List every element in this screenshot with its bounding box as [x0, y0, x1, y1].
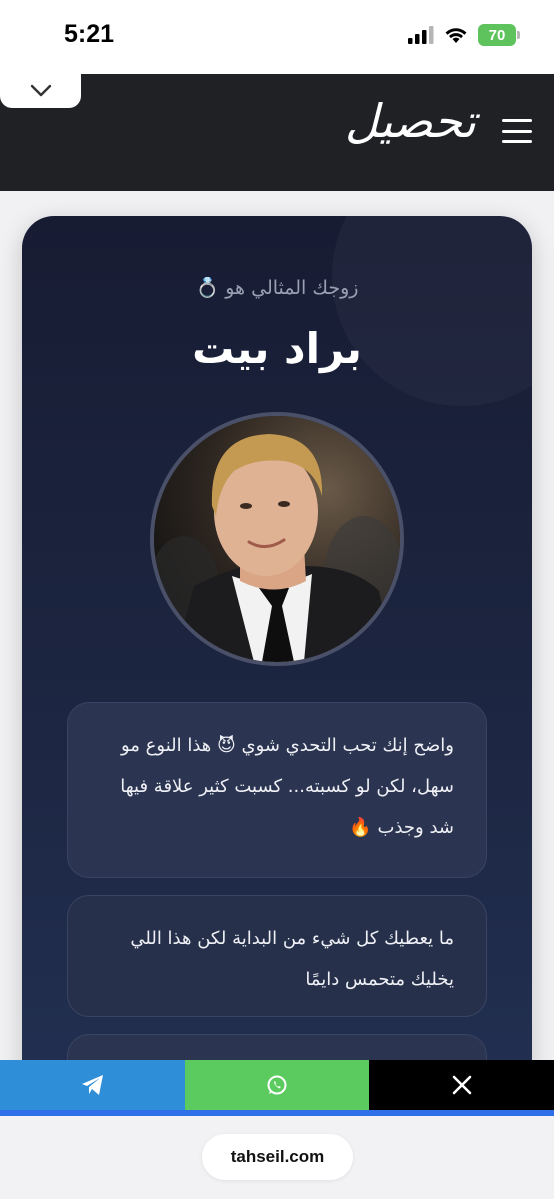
share-bar [0, 1060, 554, 1110]
menu-icon[interactable] [502, 119, 532, 143]
result-card: زوجك المثالي هو 💍 براد بيت واضح إنك تحب … [22, 216, 532, 1116]
portrait-image [154, 416, 400, 662]
description-text: ما يعطيك كل شيء من البداية لكن هذا اللي … [130, 928, 454, 990]
wifi-icon [445, 28, 467, 43]
share-x-button[interactable] [369, 1060, 554, 1110]
menu-line [502, 119, 532, 122]
address-bar[interactable]: tahseil.com [202, 1134, 353, 1180]
chevron-down-icon [30, 84, 51, 97]
decorative-circle [332, 216, 532, 406]
telegram-icon [81, 1075, 103, 1095]
description-box: ما يعطيك كل شيء من البداية لكن هذا اللي … [67, 895, 487, 1017]
collapse-toggle-button[interactable] [0, 74, 81, 108]
whatsapp-icon [267, 1075, 287, 1095]
status-bar: 5:21 70 [0, 0, 554, 74]
menu-line [502, 129, 532, 133]
signal-icon [408, 26, 434, 44]
share-telegram-button[interactable] [0, 1060, 185, 1110]
result-avatar [150, 412, 404, 666]
site-logo[interactable]: تحصيل [345, 86, 476, 156]
battery-level: 70 [488, 26, 506, 44]
url-text: tahseil.com [230, 1147, 325, 1166]
battery-indicator: 70 [478, 24, 520, 46]
result-title: براد بيت [192, 324, 362, 373]
status-time: 5:21 [64, 20, 115, 48]
x-icon [452, 1075, 471, 1095]
description-box: واضح إنك تحب التحدي شوي 😈 هذا النوع مو س… [67, 702, 487, 878]
browser-bar: tahseil.com [0, 1116, 554, 1199]
result-subtitle: زوجك المثالي هو 💍 [195, 277, 359, 299]
share-whatsapp-button[interactable] [185, 1060, 369, 1110]
status-icons: 70 [408, 24, 520, 46]
menu-line [502, 140, 532, 143]
description-text: واضح إنك تحب التحدي شوي 😈 هذا النوع مو س… [120, 735, 454, 838]
